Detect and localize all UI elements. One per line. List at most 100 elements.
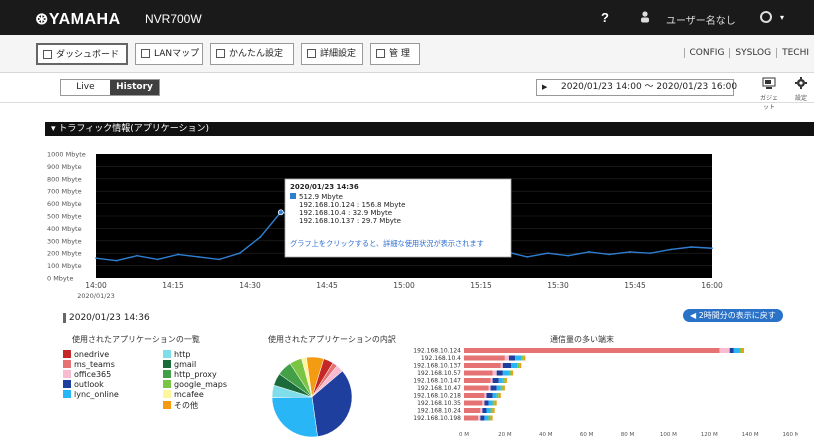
data-point[interactable] [608,253,611,256]
terminal-bar-segment[interactable] [521,355,524,361]
terminal-bar-segment[interactable] [482,400,485,406]
terminal-bar-segment[interactable] [464,355,505,361]
history-button[interactable]: History [110,80,159,95]
tab-advanced-settings[interactable]: 詳細設定 [301,43,363,65]
help-icon[interactable]: ? [601,10,609,25]
terminal-bar-segment[interactable] [517,363,520,368]
tab-lan-map[interactable]: LANマップ [135,43,203,65]
back-to-2h-button[interactable]: ◀ 2時間分の表示に戻す [683,309,783,322]
terminal-bar-segment[interactable] [498,393,501,398]
terminal-bar-segment[interactable] [729,348,734,353]
legend-item[interactable]: その他 [163,400,198,411]
terminal-bar-segment[interactable] [511,363,518,368]
settings-button[interactable]: 設定 [790,77,812,102]
data-point[interactable] [197,256,200,258]
tab-dashboard[interactable]: ダッシュボード [36,43,128,65]
terminal-bar-segment[interactable] [511,370,514,376]
data-point[interactable] [218,258,221,261]
date-range-selector[interactable]: ▶ 2020/01/23 14:00 ～ 2020/01/23 16:00 [536,79,737,96]
terminal-bar-segment[interactable] [484,415,489,421]
terminal-bar-segment[interactable] [519,363,522,368]
terminal-bar-segment[interactable] [490,385,497,391]
data-point[interactable] [587,251,590,253]
chevron-down-icon[interactable]: ▾ [780,13,784,22]
tech-link[interactable]: TECHI [776,48,814,58]
legend-item[interactable]: onedrive [63,350,109,359]
legend-item[interactable]: lync_online [63,390,119,399]
data-point[interactable] [95,257,97,260]
terminal-bar-segment[interactable] [464,400,483,406]
live-button[interactable]: Live [61,80,110,95]
terminal-bar-segment[interactable] [484,393,487,398]
data-point[interactable] [690,246,693,248]
terminal-bar-segment[interactable] [478,415,481,421]
gadget-button[interactable]: ガジェット [758,77,780,111]
data-point[interactable] [177,253,180,256]
legend-item[interactable]: outlook [63,380,104,389]
terminal-bar-segment[interactable] [502,363,512,368]
terminal-bar-segment[interactable] [508,370,512,376]
terminal-bar-segment[interactable] [739,348,742,353]
terminal-bar-segment[interactable] [464,363,501,368]
terminal-bar-segment[interactable] [719,348,730,353]
pie-slice[interactable] [271,396,318,438]
terminal-bar-segment[interactable] [486,408,491,413]
terminal-bar-segment[interactable] [494,400,497,406]
data-point[interactable] [136,254,138,257]
terminal-bar-segment[interactable] [464,393,485,398]
terminal-bar-segment[interactable] [488,415,491,421]
terminal-bar-segment[interactable] [508,355,516,361]
terminal-bar-segment[interactable] [488,385,491,391]
legend-item[interactable]: mcafee [163,390,204,399]
data-point[interactable] [567,254,570,257]
data-point[interactable] [649,252,652,255]
terminal-bar-segment[interactable] [464,370,493,376]
data-point[interactable] [259,236,262,238]
data-point[interactable] [238,252,241,255]
power-icon[interactable] [760,11,772,23]
data-point[interactable] [115,259,118,262]
terminal-bar-segment[interactable] [492,400,495,406]
terminal-bar-segment[interactable] [490,415,493,421]
data-point[interactable] [526,256,529,258]
terminal-bar-segment[interactable] [502,378,505,383]
terminal-bar-segment[interactable] [490,408,493,413]
legend-item[interactable]: ms_teams [63,360,115,369]
terminal-bar-segment[interactable] [741,348,744,353]
legend-item[interactable]: http_proxy [163,370,217,379]
terminal-bar-segment[interactable] [504,378,507,383]
terminal-bar-segment[interactable] [496,393,499,398]
traffic-panel-header[interactable]: ▾ トラフィック情報(アプリケーション) [45,122,814,136]
terminal-bar-segment[interactable] [496,385,501,391]
terminal-bar-segment[interactable] [464,415,479,421]
data-point[interactable] [711,247,713,250]
terminal-bar-segment[interactable] [504,355,509,361]
terminal-bar-segment[interactable] [492,408,495,413]
terminal-bar-segment[interactable] [500,363,503,368]
terminal-bar-segment[interactable] [484,400,489,406]
tab-easy-setup[interactable]: かんたん設定 [210,43,294,65]
terminal-bar-segment[interactable] [488,400,493,406]
data-point[interactable] [546,252,549,255]
terminal-bar-segment[interactable] [502,370,509,376]
terminal-bar-segment[interactable] [492,393,497,398]
terminal-bar-segment[interactable] [496,370,503,376]
terminal-bar-segment[interactable] [502,385,505,391]
app-pie-chart[interactable] [270,355,354,439]
terminal-bar-segment[interactable] [523,355,526,361]
terminal-bar-segment[interactable] [464,348,720,353]
user-name[interactable]: ユーザー名なし [666,12,736,27]
terminal-bar-segment[interactable] [490,378,493,383]
legend-item[interactable]: office365 [63,370,111,379]
legend-item[interactable]: google_maps [163,380,227,389]
terminal-bar-segment[interactable] [492,370,497,376]
terminal-bar-segment[interactable] [492,378,499,383]
traffic-chart[interactable]: 1000 Mbyte 900 Mbyte 800 Mbyte 700 Mbyte 600… [0,136,814,306]
terminal-bar-segment[interactable] [500,385,503,391]
terminal-bar-segment[interactable] [498,378,503,383]
terminal-bar-segment[interactable] [733,348,740,353]
terminal-bar-segment[interactable] [480,408,483,413]
data-point[interactable] [670,248,672,251]
terminal-bar-chart[interactable]: 192.168.10.124192.168.10.4192.168.10.137… [398,345,798,439]
terminal-bar-segment[interactable] [464,385,489,391]
